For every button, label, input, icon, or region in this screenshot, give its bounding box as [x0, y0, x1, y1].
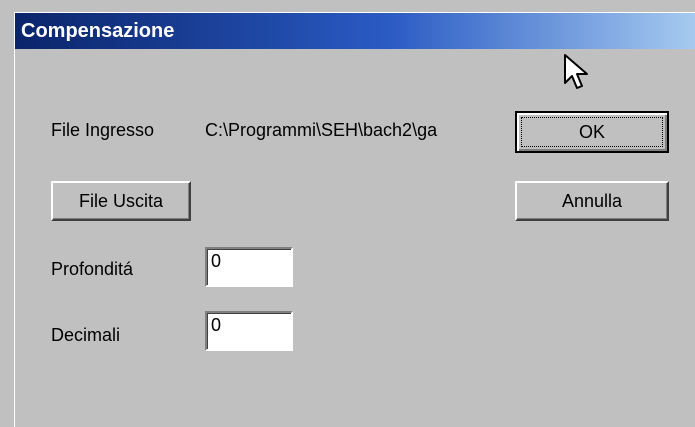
- cancel-button[interactable]: Annulla: [515, 181, 669, 221]
- output-file-button-inner: File Uscita: [57, 187, 185, 215]
- ok-button[interactable]: OK: [515, 111, 669, 153]
- output-file-button-label: File Uscita: [78, 190, 163, 211]
- depth-input-value: 0: [211, 251, 222, 271]
- dialog-window: Compensazione File Ingresso C:\Programmi…: [14, 12, 695, 427]
- ok-button-label: OK: [578, 121, 605, 142]
- title-bar[interactable]: Compensazione: [15, 13, 695, 49]
- ok-button-focus: OK: [521, 117, 663, 147]
- decimals-input[interactable]: 0: [205, 311, 293, 351]
- input-file-label: File Ingresso: [51, 120, 155, 140]
- input-file-path: C:\Programmi\SEH\bach2\ga: [205, 119, 511, 141]
- decimals-label: Decimali: [51, 325, 121, 345]
- cancel-button-inner: Annulla: [521, 187, 663, 215]
- decimals-input-value: 0: [211, 315, 222, 335]
- output-file-button[interactable]: File Uscita: [51, 181, 191, 221]
- depth-label: Profonditá: [51, 259, 134, 279]
- window-title: Compensazione: [21, 20, 175, 42]
- depth-input[interactable]: 0: [205, 247, 293, 287]
- input-file-path-text: C:\Programmi\SEH\bach2\ga: [205, 120, 438, 140]
- mouse-pointer-icon: [564, 54, 588, 89]
- cancel-button-label: Annulla: [561, 190, 623, 211]
